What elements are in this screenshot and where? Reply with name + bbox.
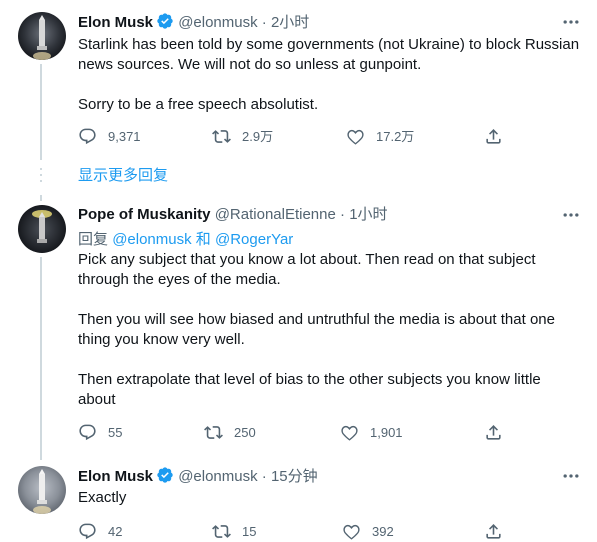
text-line [78, 290, 583, 310]
reply-context: 回复 @elonmusk 和 @RogerYar [78, 230, 583, 250]
more-icon[interactable] [561, 205, 581, 225]
reply-count: 9,371 [108, 129, 141, 144]
tweet-header: Elon Musk @elonmusk · 15分钟 [78, 466, 318, 486]
avatar[interactable] [18, 12, 66, 60]
show-more-replies-link[interactable]: 显示更多回复 [78, 166, 168, 186]
action-bar: 9,371 2.9万 17.2万 [78, 127, 518, 147]
tweet-header: Pope of Muskanity @RationalEtienne · 1小时 [78, 205, 388, 225]
text-line: Then extrapolate that level of bias to t… [78, 371, 541, 388]
share-icon [486, 524, 501, 539]
like-icon [343, 524, 360, 540]
action-bar: 55 250 1,901 [78, 423, 518, 443]
separator-dot: · [261, 14, 267, 31]
author-name[interactable]: Elon Musk [78, 14, 153, 31]
more-icon[interactable] [561, 12, 581, 32]
author-handle[interactable]: @elonmusk [178, 14, 257, 31]
text-line [78, 75, 583, 95]
share-icon [486, 129, 501, 144]
tweet-1[interactable]: Elon Musk @elonmusk · 2小时 Starlink has b… [0, 0, 597, 160]
share-icon [486, 425, 501, 440]
timestamp[interactable]: 1小时 [349, 206, 387, 223]
retweet-icon [204, 426, 223, 439]
author-handle[interactable]: @elonmusk [178, 468, 257, 485]
text-line: Pick any subject that you know a lot abo… [78, 251, 536, 268]
verified-badge-icon [157, 13, 173, 29]
text-line: about [78, 391, 116, 408]
text-line: news sources. We will not do so unless a… [78, 56, 422, 73]
tweet-3[interactable]: Elon Musk @elonmusk · 15分钟 Exactly 42 15… [0, 460, 597, 540]
retweet-icon [212, 130, 231, 143]
author-name[interactable]: Pope of Muskanity [78, 206, 211, 223]
reply-icon [79, 523, 96, 540]
mention-link[interactable]: @RogerYar [215, 231, 293, 248]
thread-connector [40, 168, 42, 186]
text-line: Then you will see how biased and untruth… [78, 311, 555, 328]
more-icon[interactable] [561, 466, 581, 486]
reply-count: 55 [108, 425, 123, 440]
like-count: 392 [372, 524, 394, 539]
author-handle[interactable]: @RationalEtienne [215, 206, 336, 223]
thread-line [40, 64, 42, 160]
tweet-header: Elon Musk @elonmusk · 2小时 [78, 12, 309, 32]
reply-conjunction: 和 [195, 231, 211, 248]
tweet-text: Exactly [78, 488, 583, 508]
separator-dot: · [261, 468, 267, 485]
text-line: Starlink has been told by some governmen… [78, 36, 580, 53]
replying-to-label: 回复 [78, 231, 109, 248]
tweet-text: Pick any subject that you know a lot abo… [78, 250, 583, 410]
retweet-count: 2.9万 [242, 129, 274, 144]
retweet-count: 15 [242, 524, 257, 539]
tweet-2[interactable]: Pope of Muskanity @RationalEtienne · 1小时… [0, 195, 597, 460]
like-icon [341, 425, 358, 441]
thread-line [40, 195, 42, 201]
action-bar: 42 15 392 [78, 522, 518, 542]
retweet-icon [212, 525, 231, 538]
like-count: 17.2万 [376, 129, 415, 144]
text-line: through the eyes of the media. [78, 271, 281, 288]
reply-icon [79, 424, 96, 441]
avatar[interactable] [18, 205, 66, 253]
retweet-count: 250 [234, 425, 256, 440]
like-count: 1,901 [370, 425, 403, 440]
mention-link[interactable]: @elonmusk [112, 231, 191, 248]
reply-icon [79, 128, 96, 145]
separator-dot: · [340, 206, 346, 223]
text-line [78, 350, 583, 370]
tweet-text: Starlink has been told by some governmen… [78, 35, 583, 115]
author-name[interactable]: Elon Musk [78, 468, 153, 485]
text-line: Sorry to be a free speech absolutist. [78, 96, 319, 113]
like-icon [347, 129, 364, 145]
verified-badge-icon [157, 467, 173, 483]
timestamp[interactable]: 2小时 [271, 14, 309, 31]
text-line: thing you know very well. [78, 331, 245, 348]
thread-line [40, 257, 42, 460]
timestamp[interactable]: 15分钟 [271, 468, 318, 485]
text-line: Exactly [78, 489, 127, 506]
avatar[interactable] [18, 466, 66, 514]
reply-count: 42 [108, 524, 123, 539]
